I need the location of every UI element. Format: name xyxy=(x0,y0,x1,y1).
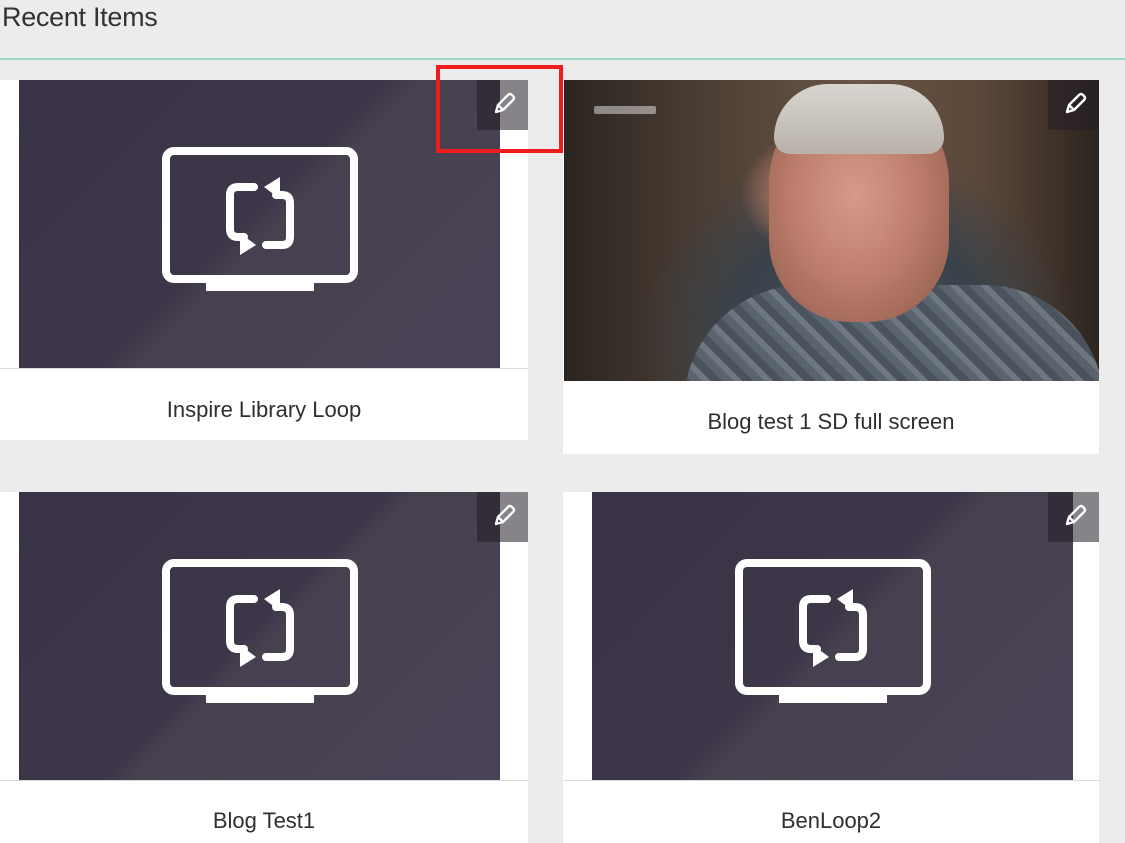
edit-button[interactable] xyxy=(477,492,528,542)
item-title[interactable]: Blog test 1 SD full screen xyxy=(563,409,1099,435)
edit-button[interactable] xyxy=(1048,80,1099,130)
recent-item-card[interactable]: BenLoop2 xyxy=(563,492,1099,843)
item-title[interactable]: Inspire Library Loop xyxy=(0,397,528,423)
recent-item-card[interactable]: Blog Test1 xyxy=(0,492,528,843)
recent-item-card[interactable]: Blog test 1 SD full screen xyxy=(563,80,1099,454)
loop-thumbnail[interactable] xyxy=(19,492,500,780)
pencil-icon xyxy=(1065,504,1087,526)
recent-items-grid: Inspire Library Loop Blog test 1 SD full… xyxy=(0,60,1125,843)
item-title[interactable]: BenLoop2 xyxy=(563,808,1099,834)
item-title[interactable]: Blog Test1 xyxy=(0,808,528,834)
pencil-icon xyxy=(494,504,516,526)
highlight-annotation-box xyxy=(436,65,563,153)
card-divider xyxy=(563,780,1099,781)
section-header: Recent Items xyxy=(0,0,1125,60)
pencil-icon xyxy=(1065,92,1087,114)
card-divider xyxy=(0,780,528,781)
card-divider xyxy=(0,368,528,369)
loop-display-icon xyxy=(161,559,358,703)
loop-thumbnail[interactable] xyxy=(19,80,500,368)
loop-thumbnail[interactable] xyxy=(592,492,1073,780)
channel-logo xyxy=(594,106,656,114)
section-title: Recent Items xyxy=(2,2,158,32)
loop-display-icon xyxy=(734,559,931,703)
edit-button[interactable] xyxy=(1048,492,1099,542)
video-still-subject-hair xyxy=(774,84,944,154)
video-thumbnail[interactable] xyxy=(564,80,1099,381)
loop-display-icon xyxy=(161,147,358,291)
